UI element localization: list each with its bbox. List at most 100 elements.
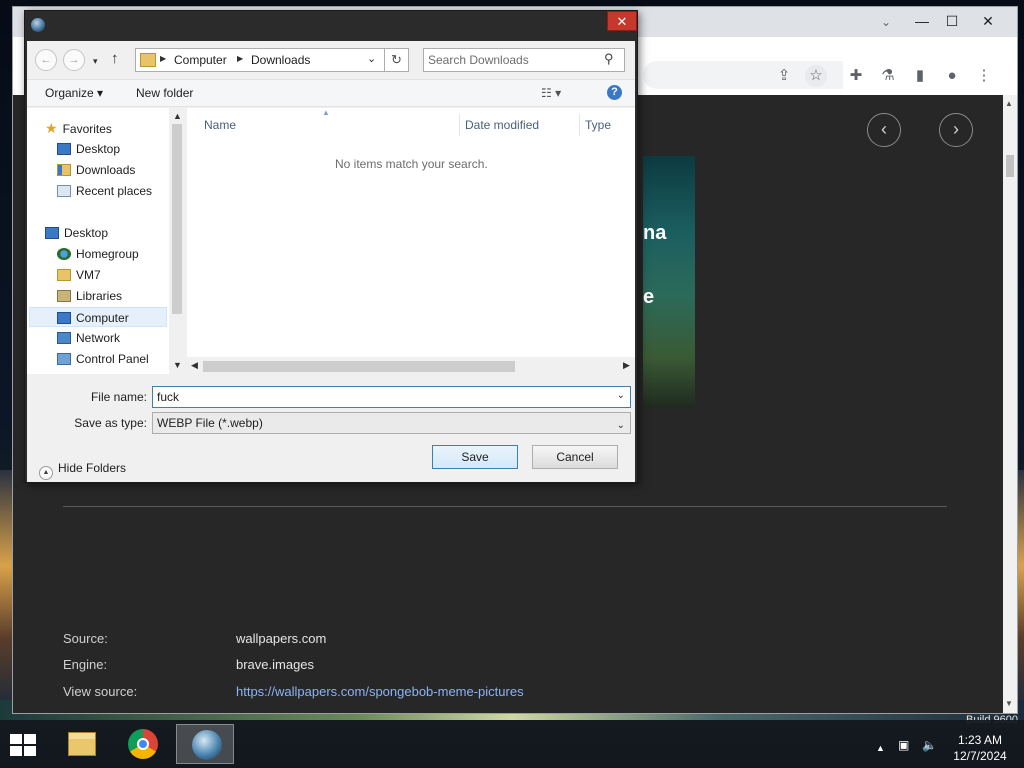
engine-label: Engine:	[63, 657, 108, 672]
navigation-scroll-thumb[interactable]	[172, 124, 182, 314]
close-button[interactable]: ✕	[973, 11, 1003, 31]
breadcrumb-computer[interactable]: Computer	[174, 53, 227, 67]
navigation-scrollbar[interactable]: ▲ ▼	[169, 108, 185, 374]
save-as-type-select[interactable]: WEBP File (*.webp) ⌄	[152, 412, 631, 434]
star-icon[interactable]: ☆	[805, 65, 827, 87]
chevron-down-icon[interactable]: ⌄	[617, 390, 625, 401]
breadcrumb-separator-icon[interactable]: ▶	[160, 54, 166, 63]
maximize-button[interactable]: ☐	[937, 11, 967, 31]
save-button[interactable]: Save	[432, 445, 518, 469]
tree-desktop[interactable]: Desktop	[45, 223, 108, 243]
previous-image-button[interactable]: ‹	[867, 113, 901, 147]
share-icon[interactable]: ⇪	[773, 65, 795, 87]
address-breadcrumb[interactable]: ▶ Computer ▶ Downloads ⌄	[135, 48, 385, 72]
start-button[interactable]	[10, 734, 38, 758]
column-date-modified[interactable]: Date modified	[465, 118, 539, 132]
tree-item-libraries[interactable]: Libraries	[57, 286, 122, 306]
scroll-down-arrow[interactable]: ▼	[1005, 699, 1013, 708]
network-status-icon[interactable]: ▣	[898, 738, 909, 752]
sort-indicator-icon: ▲	[322, 108, 330, 117]
dialog-close-button[interactable]: ✕	[607, 11, 637, 31]
cancel-button[interactable]: Cancel	[532, 445, 618, 469]
dialog-titlebar[interactable]: ✕	[25, 11, 637, 41]
clock-time: 1:23 AM	[957, 733, 1003, 747]
new-folder-button[interactable]: New folder	[136, 86, 193, 100]
file-name-combobox[interactable]: ⌄	[152, 386, 631, 408]
refresh-button[interactable]: ↻	[385, 48, 409, 72]
scroll-up-arrow[interactable]: ▲	[173, 111, 182, 121]
tree-item-recent-places[interactable]: Recent places	[57, 181, 152, 201]
control-panel-icon	[57, 353, 71, 365]
search-icon[interactable]: ⚲	[604, 51, 614, 67]
back-button[interactable]: ←	[35, 49, 57, 71]
hide-folders-label: Hide Folders	[58, 461, 127, 475]
file-list-hscrollbar[interactable]: ◀ ▶	[187, 357, 635, 374]
tree-favorites[interactable]: ★ Favorites	[45, 118, 112, 138]
tab-search-icon[interactable]: ⌄	[881, 15, 891, 29]
folder-icon	[140, 53, 156, 67]
column-separator[interactable]	[459, 114, 460, 136]
view-source-label: View source:	[63, 684, 138, 699]
volume-muted-icon[interactable]: 🔈	[922, 738, 937, 752]
libraries-icon	[57, 290, 71, 302]
tree-label: Computer	[76, 311, 129, 325]
help-icon[interactable]: ?	[607, 85, 622, 100]
sidepanel-icon[interactable]: ▮	[909, 65, 931, 87]
recent-places-icon	[57, 185, 71, 197]
search-box[interactable]: ⚲	[423, 48, 625, 72]
taskbar-chrome[interactable]	[114, 724, 172, 764]
save-as-type-value: WEBP File (*.webp)	[157, 416, 263, 430]
file-list-pane: ▲ Name Date modified Type No items match…	[187, 108, 635, 374]
recent-locations-chevron-icon[interactable]: ▾	[93, 56, 98, 67]
lab-icon[interactable]: ⚗	[877, 65, 899, 87]
scroll-up-arrow[interactable]: ▲	[1005, 99, 1013, 108]
chevron-down-icon[interactable]: ⌄	[367, 52, 376, 65]
scroll-down-arrow[interactable]: ▼	[173, 360, 182, 370]
column-name[interactable]: Name	[204, 118, 236, 132]
organize-button[interactable]: Organize ▾	[45, 86, 103, 100]
taskbar-active-app[interactable]	[176, 724, 234, 764]
image-preview[interactable]: na e	[643, 156, 695, 408]
windows-logo-icon	[24, 734, 36, 744]
chevron-down-icon[interactable]: ⌄	[617, 416, 625, 436]
tree-label: Control Panel	[76, 352, 149, 366]
column-separator[interactable]	[579, 114, 580, 136]
profile-icon[interactable]: ●	[941, 65, 963, 87]
menu-icon[interactable]: ⋮	[973, 65, 995, 87]
hide-folders-toggle[interactable]: ▲ Hide Folders	[39, 461, 126, 480]
column-type[interactable]: Type	[585, 118, 611, 132]
hscroll-thumb[interactable]	[203, 361, 515, 372]
monitor-icon	[45, 227, 59, 239]
breadcrumb-separator-icon[interactable]: ▶	[237, 54, 243, 63]
extension-icon[interactable]: ✚	[845, 65, 867, 87]
tree-label: Recent places	[76, 184, 153, 198]
forward-button[interactable]: →	[63, 49, 85, 71]
tree-item-downloads[interactable]: Downloads	[57, 160, 135, 180]
tree-item-network[interactable]: Network	[57, 328, 120, 348]
system-clock[interactable]: 1:23 AM 12/7/2024	[950, 732, 1010, 764]
search-input[interactable]	[428, 51, 598, 69]
tree-item-homegroup[interactable]: Homegroup	[57, 244, 139, 264]
tree-item-desktop[interactable]: Desktop	[57, 139, 120, 159]
source-value: wallpapers.com	[236, 631, 327, 646]
change-view-icon[interactable]: ☷ ▾	[541, 86, 561, 100]
show-hidden-icons-chevron-icon[interactable]: ▲	[876, 743, 885, 753]
next-image-button[interactable]: ›	[939, 113, 973, 147]
file-name-input[interactable]	[157, 389, 597, 405]
tree-item-computer[interactable]: Computer	[29, 307, 167, 327]
tree-item-control-panel[interactable]: Control Panel	[57, 349, 149, 369]
scroll-right-arrow[interactable]: ▶	[623, 360, 630, 371]
taskbar: ▲ ▣ 🔈 1:23 AM 12/7/2024	[0, 720, 1024, 768]
breadcrumb-downloads[interactable]: Downloads	[251, 53, 310, 67]
page-scrollbar[interactable]: ▲ ▼	[1003, 95, 1017, 713]
page-scroll-thumb[interactable]	[1006, 155, 1014, 177]
tree-item-vm7[interactable]: VM7	[57, 265, 101, 285]
tree-label: Desktop	[64, 226, 109, 240]
up-folder-icon[interactable]: ↑	[111, 50, 119, 67]
computer-icon	[57, 312, 71, 324]
tree-label: Homegroup	[76, 247, 139, 261]
minimize-button[interactable]: —	[907, 11, 937, 31]
taskbar-file-explorer[interactable]	[52, 724, 110, 764]
scroll-left-arrow[interactable]: ◀	[191, 360, 198, 371]
view-source-link[interactable]: https://wallpapers.com/spongebob-meme-pi…	[236, 684, 524, 699]
